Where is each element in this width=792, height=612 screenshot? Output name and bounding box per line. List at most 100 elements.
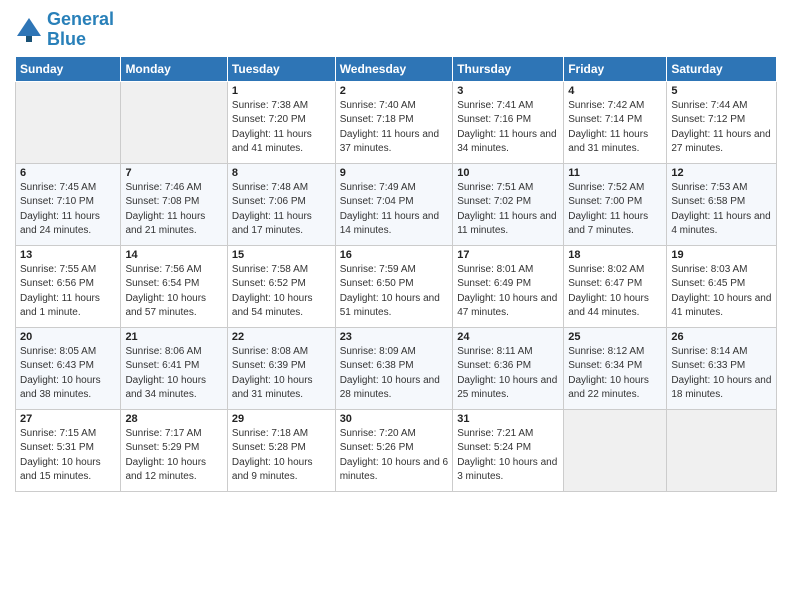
day-cell [121,81,227,163]
header-thursday: Thursday [453,56,564,81]
header-friday: Friday [564,56,667,81]
page: General Blue SundayMondayTuesdayWednesda… [0,0,792,612]
day-cell: 12 Sunrise: 7:53 AMSunset: 6:58 PMDayligh… [667,163,777,245]
day-number: 4 [568,85,662,97]
day-number: 6 [20,167,116,179]
calendar-table: SundayMondayTuesdayWednesdayThursdayFrid… [15,56,777,492]
day-cell: 6 Sunrise: 7:45 AMSunset: 7:10 PMDaylight… [16,163,121,245]
day-number: 21 [125,331,222,343]
day-cell: 21 Sunrise: 8:06 AMSunset: 6:41 PMDayligh… [121,327,227,409]
day-number: 7 [125,167,222,179]
day-number: 24 [457,331,559,343]
day-number: 14 [125,249,222,261]
day-cell: 4 Sunrise: 7:42 AMSunset: 7:14 PMDaylight… [564,81,667,163]
header-wednesday: Wednesday [335,56,453,81]
week-row-5: 27 Sunrise: 7:15 AMSunset: 5:31 PMDayligh… [16,409,777,491]
day-number: 19 [671,249,772,261]
day-number: 25 [568,331,662,343]
day-number: 20 [20,331,116,343]
day-info: Sunrise: 7:45 AMSunset: 7:10 PMDaylight:… [20,181,116,239]
day-info: Sunrise: 7:56 AMSunset: 6:54 PMDaylight:… [125,263,222,321]
day-info: Sunrise: 8:06 AMSunset: 6:41 PMDaylight:… [125,345,222,403]
day-cell: 19 Sunrise: 8:03 AMSunset: 6:45 PMDayligh… [667,245,777,327]
day-info: Sunrise: 7:17 AMSunset: 5:29 PMDaylight:… [125,427,222,485]
day-info: Sunrise: 8:08 AMSunset: 6:39 PMDaylight:… [232,345,331,403]
day-cell: 22Sunrise: 8:08 AMSunset: 6:39 PMDayligh… [227,327,335,409]
day-info: Sunrise: 7:15 AMSunset: 5:31 PMDaylight:… [20,427,116,485]
day-cell: 3 Sunrise: 7:41 AMSunset: 7:16 PMDaylight… [453,81,564,163]
day-cell [564,409,667,491]
day-cell: 5 Sunrise: 7:44 AMSunset: 7:12 PMDaylight… [667,81,777,163]
day-cell: 18 Sunrise: 8:02 AMSunset: 6:47 PMDayligh… [564,245,667,327]
day-number: 29 [232,413,331,425]
day-cell: 15 Sunrise: 7:58 AMSunset: 6:52 PMDayligh… [227,245,335,327]
day-info: Sunrise: 8:14 AMSunset: 6:33 PMDaylight:… [671,345,772,403]
day-cell: 28Sunrise: 7:17 AMSunset: 5:29 PMDayligh… [121,409,227,491]
day-info: Sunrise: 7:55 AMSunset: 6:56 PMDaylight:… [20,263,116,321]
day-number: 23 [340,331,449,343]
day-number: 8 [232,167,331,179]
day-cell: 29Sunrise: 7:18 AMSunset: 5:28 PMDayligh… [227,409,335,491]
day-info: Sunrise: 8:03 AMSunset: 6:45 PMDaylight:… [671,263,772,321]
header-tuesday: Tuesday [227,56,335,81]
day-number: 27 [20,413,116,425]
day-info: Sunrise: 7:41 AMSunset: 7:16 PMDaylight:… [457,99,559,157]
day-cell: 8 Sunrise: 7:48 AMSunset: 7:06 PMDaylight… [227,163,335,245]
day-info: Sunrise: 7:52 AMSunset: 7:00 PMDaylight:… [568,181,662,239]
day-info: Sunrise: 7:46 AMSunset: 7:08 PMDaylight:… [125,181,222,239]
day-cell: 31 Sunrise: 7:21 AMSunset: 5:24 PMDayligh… [453,409,564,491]
day-cell: 20Sunrise: 8:05 AMSunset: 6:43 PMDayligh… [16,327,121,409]
logo-general: General [47,9,114,29]
day-info: Sunrise: 7:53 AMSunset: 6:58 PMDaylight:… [671,181,772,239]
day-info: Sunrise: 8:02 AMSunset: 6:47 PMDaylight:… [568,263,662,321]
day-cell [667,409,777,491]
day-number: 2 [340,85,449,97]
day-info: Sunrise: 7:58 AMSunset: 6:52 PMDaylight:… [232,263,331,321]
day-cell: 11 Sunrise: 7:52 AMSunset: 7:00 PMDayligh… [564,163,667,245]
day-number: 3 [457,85,559,97]
day-info: Sunrise: 7:42 AMSunset: 7:14 PMDaylight:… [568,99,662,157]
day-info: Sunrise: 8:12 AMSunset: 6:34 PMDaylight:… [568,345,662,403]
day-number: 18 [568,249,662,261]
day-info: Sunrise: 7:48 AMSunset: 7:06 PMDaylight:… [232,181,331,239]
day-number: 31 [457,413,559,425]
day-info: Sunrise: 7:59 AMSunset: 6:50 PMDaylight:… [340,263,449,321]
day-number: 5 [671,85,772,97]
day-number: 11 [568,167,662,179]
day-info: Sunrise: 7:38 AMSunset: 7:20 PMDaylight:… [232,99,331,157]
day-info: Sunrise: 7:20 AMSunset: 5:26 PMDaylight:… [340,427,449,485]
day-number: 30 [340,413,449,425]
day-number: 26 [671,331,772,343]
day-info: Sunrise: 7:49 AMSunset: 7:04 PMDaylight:… [340,181,449,239]
day-cell: 26 Sunrise: 8:14 AMSunset: 6:33 PMDayligh… [667,327,777,409]
week-row-1: 1 Sunrise: 7:38 AMSunset: 7:20 PMDaylight… [16,81,777,163]
header: General Blue [15,10,777,50]
day-cell [16,81,121,163]
day-cell: 14 Sunrise: 7:56 AMSunset: 6:54 PMDayligh… [121,245,227,327]
day-number: 17 [457,249,559,261]
day-cell: 7 Sunrise: 7:46 AMSunset: 7:08 PMDaylight… [121,163,227,245]
day-cell: 27 Sunrise: 7:15 AMSunset: 5:31 PMDayligh… [16,409,121,491]
day-info: Sunrise: 7:44 AMSunset: 7:12 PMDaylight:… [671,99,772,157]
week-row-2: 6 Sunrise: 7:45 AMSunset: 7:10 PMDaylight… [16,163,777,245]
header-sunday: Sunday [16,56,121,81]
day-cell: 10Sunrise: 7:51 AMSunset: 7:02 PMDayligh… [453,163,564,245]
day-info: Sunrise: 8:09 AMSunset: 6:38 PMDaylight:… [340,345,449,403]
day-number: 12 [671,167,772,179]
day-number: 1 [232,85,331,97]
logo: General Blue [15,10,114,50]
day-info: Sunrise: 7:40 AMSunset: 7:18 PMDaylight:… [340,99,449,157]
header-saturday: Saturday [667,56,777,81]
day-number: 13 [20,249,116,261]
day-info: Sunrise: 8:11 AMSunset: 6:36 PMDaylight:… [457,345,559,403]
day-number: 15 [232,249,331,261]
day-number: 9 [340,167,449,179]
day-cell: 25 Sunrise: 8:12 AMSunset: 6:34 PMDayligh… [564,327,667,409]
day-info: Sunrise: 8:01 AMSunset: 6:49 PMDaylight:… [457,263,559,321]
day-cell: 1 Sunrise: 7:38 AMSunset: 7:20 PMDaylight… [227,81,335,163]
day-info: Sunrise: 7:21 AMSunset: 5:24 PMDaylight:… [457,427,559,485]
day-cell: 2 Sunrise: 7:40 AMSunset: 7:18 PMDaylight… [335,81,453,163]
day-info: Sunrise: 7:51 AMSunset: 7:02 PMDaylight:… [457,181,559,239]
logo-blue: Blue [47,29,86,49]
day-cell: 17 Sunrise: 8:01 AMSunset: 6:49 PMDayligh… [453,245,564,327]
